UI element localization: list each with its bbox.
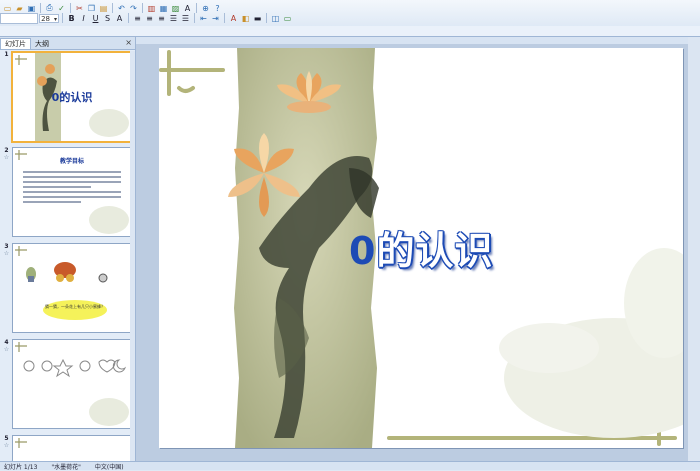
slide-number: 4 ☆ xyxy=(3,339,10,353)
slide-thumbnail-2[interactable]: 教学目标 xyxy=(12,147,132,237)
slide-thumbnail-3[interactable]: 猜一猜，一朵花上有几只小蜜蜂？ xyxy=(12,243,132,333)
shadow-icon[interactable]: S xyxy=(102,13,113,24)
thumbnail-bubble-text: 猜一猜，一朵花上有几只小蜜蜂？ xyxy=(45,304,105,309)
animation-star-icon: ☆ xyxy=(3,442,10,449)
thumbnail-text-lines xyxy=(13,168,131,206)
separator xyxy=(224,13,225,23)
slide-count-status: 幻灯片 1/13 xyxy=(4,463,38,471)
close-icon[interactable]: × xyxy=(125,38,132,47)
ribbon-toolbar: ▭ ▰ ▣ ⎙ ✓ ✂ ❐ ▤ ↶ ↷ ▥ ▦ ▨ A ⊕ ? 28 B I U… xyxy=(0,0,700,37)
tab-outline[interactable]: 大纲 xyxy=(31,39,53,49)
status-bar: 幻灯片 1/13 "水墨荷花" 中文(中国) xyxy=(0,461,700,471)
separator xyxy=(62,13,63,23)
numbering-icon[interactable]: ☰ xyxy=(180,13,191,24)
thumbnail-3-art xyxy=(15,246,108,320)
slide-number: 2 ☆ xyxy=(3,147,10,161)
thumbnail-title: 0的认识 xyxy=(51,91,93,104)
new-slide-icon[interactable]: ▭ xyxy=(282,13,293,24)
slide-thumbnail-5[interactable] xyxy=(12,435,132,461)
font-name-input[interactable] xyxy=(0,12,38,24)
animation-star-icon: ☆ xyxy=(3,154,10,161)
decrease-indent-icon[interactable]: ⇤ xyxy=(198,13,209,24)
design-icon[interactable]: ◫ xyxy=(270,13,281,24)
slide-number: 5 ☆ xyxy=(3,435,10,449)
tab-slides[interactable]: 幻灯片 xyxy=(0,38,31,49)
slide-thumbnail-4[interactable] xyxy=(12,339,132,429)
bullets-icon[interactable]: ☰ xyxy=(168,13,179,24)
separator xyxy=(128,13,129,23)
thumbnail-4-art xyxy=(15,342,129,426)
thumbnail-title: 教学目标 xyxy=(59,158,84,165)
theme-status: "水墨荷花" xyxy=(51,463,81,471)
align-right-icon[interactable]: ≡ xyxy=(156,13,167,24)
font-color-red-icon[interactable]: A xyxy=(228,13,239,24)
language-status[interactable]: 中文(中国) xyxy=(95,462,124,471)
slide-canvas[interactable]: 0的认识 xyxy=(159,48,683,448)
slide-editor: 0的认识 xyxy=(136,37,700,461)
thumbnail-5-art xyxy=(15,438,27,448)
animation-star-icon: ☆ xyxy=(3,250,10,257)
increase-indent-icon[interactable]: ⇥ xyxy=(210,13,221,24)
slide-title[interactable]: 0的认识 xyxy=(349,220,493,275)
italic-icon[interactable]: I xyxy=(78,13,89,24)
toolbar-row-formatting: 28 B I U S A ≡ ≡ ≡ ☰ ☰ ⇤ ⇥ A ◧ ▬ ◫ ▭ xyxy=(0,11,293,25)
underline-icon[interactable]: U xyxy=(90,13,101,24)
separator xyxy=(266,13,267,23)
editor-top-bar xyxy=(136,37,700,44)
font-color-icon[interactable]: A xyxy=(114,13,125,24)
fill-color-icon[interactable]: ◧ xyxy=(240,13,251,24)
font-size-select[interactable]: 28 xyxy=(39,13,59,24)
ribbon-lower-strip xyxy=(0,26,700,36)
thumbnail-list: 1 0的认识 2 ☆ 教学目标 3 ☆ 猜一猜，一朵花上有几只小蜜蜂？ 4 ☆ … xyxy=(0,51,135,461)
slide-number: 1 xyxy=(4,51,9,58)
animation-star-icon: ☆ xyxy=(3,346,10,353)
editor-scrollbar[interactable] xyxy=(688,37,700,461)
slide-number: 3 ☆ xyxy=(3,243,10,257)
align-left-icon[interactable]: ≡ xyxy=(132,13,143,24)
slide-thumbnail-1[interactable]: 0的认识 xyxy=(11,51,133,143)
separator xyxy=(194,13,195,23)
align-center-icon[interactable]: ≡ xyxy=(144,13,155,24)
thumbnail-scrollbar[interactable] xyxy=(130,51,135,461)
slides-panel: 幻灯片 大纲 × 1 0的认识 2 ☆ 教学目标 3 ☆ 猜一猜，一朵花上有几只… xyxy=(0,37,136,461)
line-color-icon[interactable]: ▬ xyxy=(252,13,263,24)
panel-tabs: 幻灯片 大纲 × xyxy=(0,37,135,50)
frame-top-left xyxy=(159,50,225,96)
bold-icon[interactable]: B xyxy=(66,13,77,24)
